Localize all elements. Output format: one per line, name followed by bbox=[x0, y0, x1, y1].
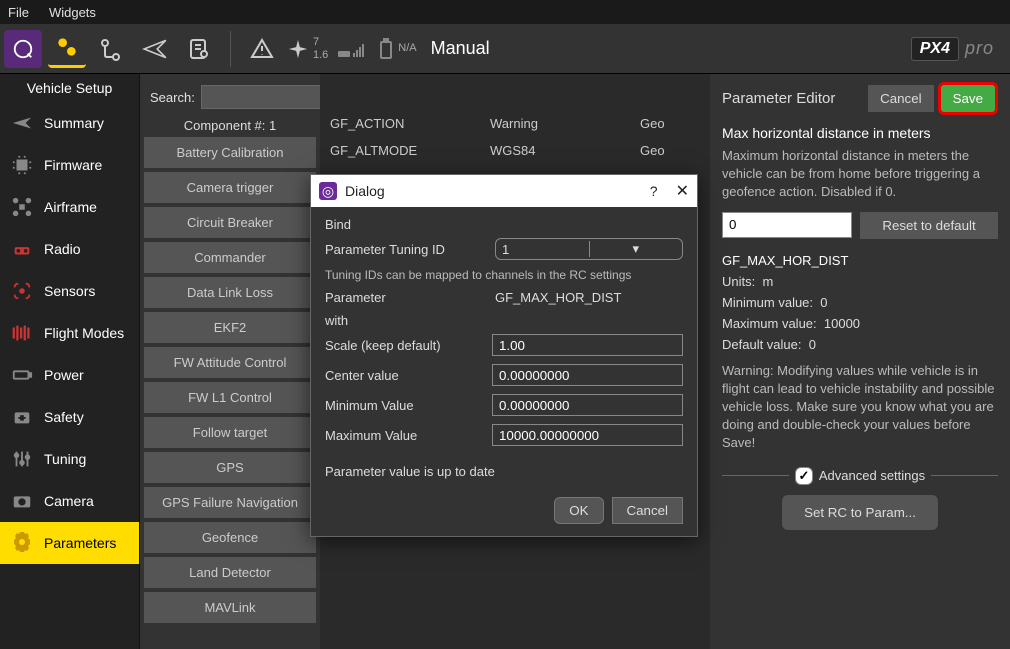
sidebar-item-camera[interactable]: Camera bbox=[0, 480, 139, 522]
sidebar-item-summary[interactable]: Summary bbox=[0, 102, 139, 144]
dialog-param-value: GF_MAX_HOR_DIST bbox=[495, 290, 621, 305]
plane-icon bbox=[10, 111, 34, 135]
component-label: Component #: 1 bbox=[144, 116, 316, 137]
group-button[interactable]: GPS Failure Navigation bbox=[144, 487, 316, 518]
qgc-logo-icon[interactable] bbox=[4, 30, 42, 68]
dialog-title: Dialog bbox=[345, 183, 385, 199]
group-button[interactable]: Land Detector bbox=[144, 557, 316, 588]
dialog-status: Parameter value is up to date bbox=[325, 464, 683, 479]
dialog-help-icon[interactable]: ? bbox=[650, 183, 658, 199]
tuning-note: Tuning IDs can be mapped to channels in … bbox=[325, 268, 683, 282]
param-description: Maximum horizontal distance in meters th… bbox=[722, 147, 998, 202]
scale-input[interactable] bbox=[492, 334, 683, 356]
group-button[interactable]: Camera trigger bbox=[144, 172, 316, 203]
max-input[interactable] bbox=[492, 424, 683, 446]
editor-title: Parameter Editor bbox=[722, 90, 864, 107]
group-button[interactable]: Battery Calibration bbox=[144, 137, 316, 168]
gears-icon bbox=[10, 531, 34, 555]
battery-indicator[interactable]: N/A bbox=[378, 38, 416, 60]
chevron-down-icon: ▾ bbox=[589, 241, 683, 257]
advanced-settings-checkbox[interactable]: ✓ bbox=[795, 467, 813, 485]
param-value-input[interactable] bbox=[722, 212, 852, 238]
group-button[interactable]: Follow target bbox=[144, 417, 316, 448]
sidebar-title: Vehicle Setup bbox=[0, 74, 139, 102]
search-label: Search: bbox=[150, 90, 195, 105]
reset-default-button[interactable]: Reset to default bbox=[860, 212, 998, 239]
analyze-icon[interactable] bbox=[180, 30, 218, 68]
radio-icon bbox=[10, 237, 34, 261]
medkit-icon bbox=[10, 405, 34, 429]
editor-save-button[interactable]: Save bbox=[938, 82, 998, 115]
group-button[interactable]: MAVLink bbox=[144, 592, 316, 623]
chip-icon bbox=[10, 153, 34, 177]
group-button[interactable]: Geofence bbox=[144, 522, 316, 553]
battery-icon bbox=[10, 363, 34, 387]
menu-widgets[interactable]: Widgets bbox=[49, 5, 96, 20]
group-button[interactable]: EKF2 bbox=[144, 312, 316, 343]
group-button[interactable]: FW L1 Control bbox=[144, 382, 316, 413]
vehicle-setup-sidebar: Vehicle Setup Summary Firmware Airframe … bbox=[0, 74, 140, 649]
dialog-ok-button[interactable]: OK bbox=[554, 497, 603, 524]
tuning-id-combo[interactable]: 1 ▾ bbox=[495, 238, 683, 260]
sliders-icon bbox=[10, 447, 34, 471]
sidebar-item-radio[interactable]: Radio bbox=[0, 228, 139, 270]
group-button[interactable]: FW Attitude Control bbox=[144, 347, 316, 378]
group-button[interactable]: Commander bbox=[144, 242, 316, 273]
brand-logo: PX4 pro bbox=[911, 37, 1006, 61]
sidebar-item-safety[interactable]: Safety bbox=[0, 396, 139, 438]
param-heading: Max horizontal distance in meters bbox=[722, 125, 998, 141]
tuning-id-label: Parameter Tuning ID bbox=[325, 242, 495, 257]
dialog-bind-label: Bind bbox=[325, 217, 683, 232]
dialog-close-icon[interactable]: ✕ bbox=[676, 181, 689, 201]
menu-file[interactable]: File bbox=[8, 5, 29, 20]
fly-plane-icon[interactable] bbox=[136, 30, 174, 68]
param-row[interactable]: GF_ALTMODE WGS84 Geo bbox=[320, 137, 710, 164]
sidebar-item-sensors[interactable]: Sensors bbox=[0, 270, 139, 312]
menubar: File Widgets bbox=[0, 0, 1010, 24]
parameter-editor-panel: Parameter Editor Cancel Save Max horizon… bbox=[710, 74, 1010, 649]
sidebar-item-tuning[interactable]: Tuning bbox=[0, 438, 139, 480]
center-input[interactable] bbox=[492, 364, 683, 386]
search-input[interactable] bbox=[201, 85, 321, 109]
sidebar-item-flight-modes[interactable]: Flight Modes bbox=[0, 312, 139, 354]
warning-triangle-icon[interactable] bbox=[243, 30, 281, 68]
group-button[interactable]: Circuit Breaker bbox=[144, 207, 316, 238]
waves-icon bbox=[10, 321, 34, 345]
dialog-titlebar: ◎ Dialog ? ✕ bbox=[311, 175, 697, 207]
dialog-with-label: with bbox=[325, 313, 683, 328]
sidebar-item-firmware[interactable]: Firmware bbox=[0, 144, 139, 186]
groups-column: Search: Clear Component #: 1 Battery Cal… bbox=[140, 74, 320, 649]
advanced-settings-label: Advanced settings bbox=[819, 468, 925, 483]
toolbar: 71.6 N/A Manual PX4 pro bbox=[0, 24, 1010, 74]
min-input[interactable] bbox=[492, 394, 683, 416]
sidebar-item-airframe[interactable]: Airframe bbox=[0, 186, 139, 228]
drone-icon bbox=[10, 195, 34, 219]
dialog-icon: ◎ bbox=[319, 182, 337, 200]
plan-waypoint-icon[interactable] bbox=[92, 30, 130, 68]
setup-gears-icon[interactable] bbox=[48, 30, 86, 68]
dialog-param-label: Parameter bbox=[325, 290, 495, 305]
gps-indicator[interactable]: 71.6 bbox=[287, 36, 328, 60]
rc-param-dialog: ◎ Dialog ? ✕ Bind Parameter Tuning ID 1 … bbox=[310, 174, 698, 537]
flight-mode-selector[interactable]: Manual bbox=[431, 38, 490, 59]
param-row[interactable]: GF_ACTION Warning Geo bbox=[320, 110, 710, 137]
camera-icon bbox=[10, 489, 34, 513]
dialog-cancel-button[interactable]: Cancel bbox=[612, 497, 684, 524]
group-button[interactable]: GPS bbox=[144, 452, 316, 483]
sidebar-item-power[interactable]: Power bbox=[0, 354, 139, 396]
signal-icon bbox=[10, 279, 34, 303]
editor-cancel-button[interactable]: Cancel bbox=[868, 85, 934, 112]
param-name-display: GF_MAX_HOR_DIST bbox=[722, 253, 998, 268]
rc-signal-icon[interactable] bbox=[334, 30, 372, 68]
sidebar-item-parameters[interactable]: Parameters bbox=[0, 522, 139, 564]
group-button[interactable]: Data Link Loss bbox=[144, 277, 316, 308]
set-rc-to-param-button[interactable]: Set RC to Param... bbox=[782, 495, 938, 530]
editor-warning: Warning: Modifying values while vehicle … bbox=[722, 362, 998, 453]
